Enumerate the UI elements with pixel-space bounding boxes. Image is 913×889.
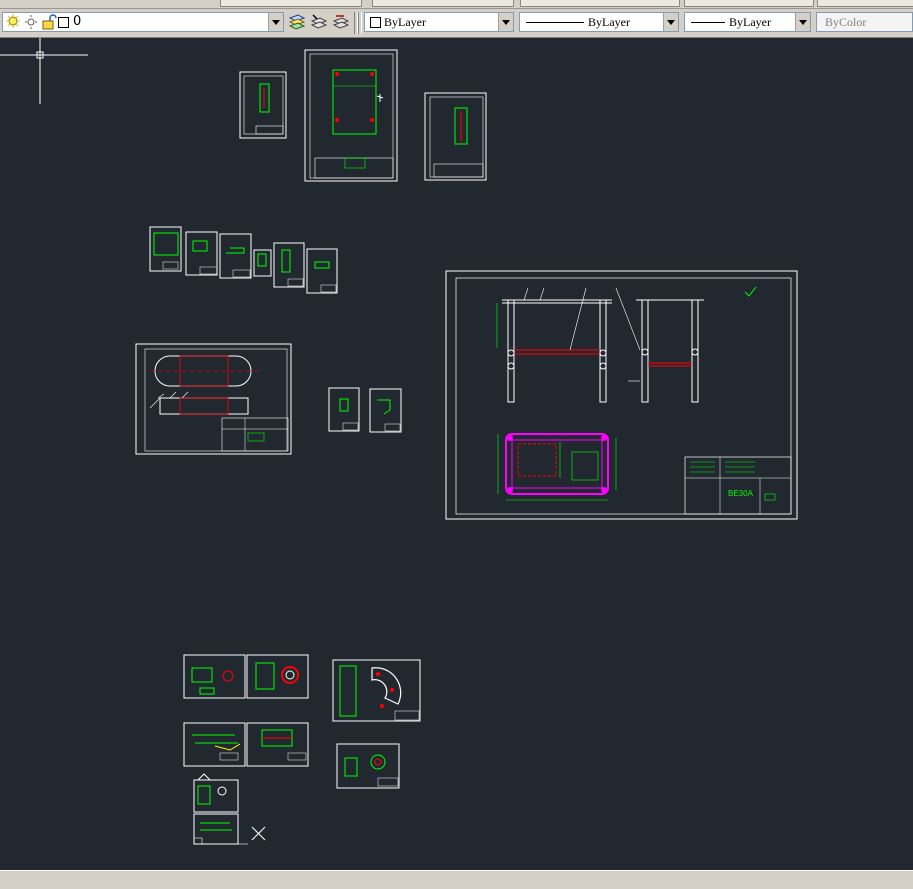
title-block-text: BE30A bbox=[728, 489, 754, 498]
linetype-dropdown[interactable]: ByLayer bbox=[519, 12, 679, 32]
drawing-sheet[interactable] bbox=[193, 813, 248, 845]
drawing-sheet[interactable] bbox=[183, 654, 246, 699]
drawing-sheet[interactable] bbox=[193, 773, 239, 813]
lineweight-value: ByLayer bbox=[729, 15, 771, 29]
plotstyle-dropdown[interactable]: ByColor bbox=[816, 12, 913, 32]
color-swatch bbox=[370, 17, 381, 28]
layer-properties-manager-icon[interactable] bbox=[288, 13, 306, 31]
layer-name: 0 bbox=[73, 14, 82, 29]
chevron-down-icon bbox=[268, 13, 283, 31]
main-drawing-sheet[interactable]: BE30A bbox=[445, 270, 798, 520]
drawing-sheet[interactable] bbox=[424, 92, 487, 181]
standard-toolbar-strip bbox=[0, 0, 913, 9]
drawing-sheet[interactable] bbox=[369, 388, 402, 433]
chevron-down-icon bbox=[498, 13, 513, 31]
drawing-sheet[interactable] bbox=[306, 248, 338, 294]
drawing-sheet[interactable] bbox=[239, 71, 287, 139]
light-bulb-icon bbox=[6, 14, 20, 28]
freeze-sun-icon bbox=[25, 15, 37, 29]
chevron-down-icon bbox=[795, 13, 810, 31]
horizontal-scrollbar[interactable] bbox=[0, 870, 913, 889]
chevron-down-icon bbox=[663, 13, 678, 31]
linetype-preview-line bbox=[526, 22, 584, 23]
drawing-canvas[interactable]: BE30A bbox=[0, 38, 913, 870]
drawing-sheet[interactable] bbox=[183, 722, 246, 767]
plotstyle-value: ByColor bbox=[825, 15, 867, 29]
properties-toolbar: 0 ByLayer ByLayer ByLayer ByColor bbox=[0, 9, 913, 38]
color-dropdown[interactable]: ByLayer bbox=[364, 12, 514, 32]
layer-color-swatch bbox=[58, 17, 69, 28]
drawing-sheet[interactable] bbox=[253, 249, 272, 277]
drawing-sheet[interactable] bbox=[185, 231, 218, 276]
drawing-sheet[interactable] bbox=[328, 387, 360, 432]
drawing-sheet[interactable] bbox=[336, 743, 400, 789]
drawing-sheet[interactable] bbox=[135, 343, 292, 455]
drawing-sheet[interactable] bbox=[273, 242, 305, 288]
crosshair-cursor-icon bbox=[0, 38, 88, 104]
drawing-sheet[interactable] bbox=[304, 49, 398, 182]
drawing-sheet[interactable] bbox=[246, 722, 309, 767]
drawing-sheet[interactable] bbox=[219, 233, 252, 279]
drawing-sheet[interactable] bbox=[246, 654, 309, 699]
layer-previous-icon[interactable] bbox=[332, 13, 350, 31]
color-value: ByLayer bbox=[384, 15, 426, 29]
linetype-value: ByLayer bbox=[588, 15, 630, 29]
drawing-sheet[interactable] bbox=[332, 659, 421, 722]
drawing-sheet[interactable] bbox=[149, 226, 182, 272]
layer-dropdown[interactable]: 0 bbox=[2, 12, 284, 32]
lineweight-preview-line bbox=[691, 22, 725, 23]
make-layer-current-icon[interactable] bbox=[310, 13, 328, 31]
toolbar-separator bbox=[358, 12, 362, 34]
close-icon bbox=[251, 826, 266, 841]
lineweight-dropdown[interactable]: ByLayer bbox=[684, 12, 811, 32]
model-space[interactable]: BE30A bbox=[0, 38, 913, 870]
unlock-icon bbox=[42, 14, 57, 30]
